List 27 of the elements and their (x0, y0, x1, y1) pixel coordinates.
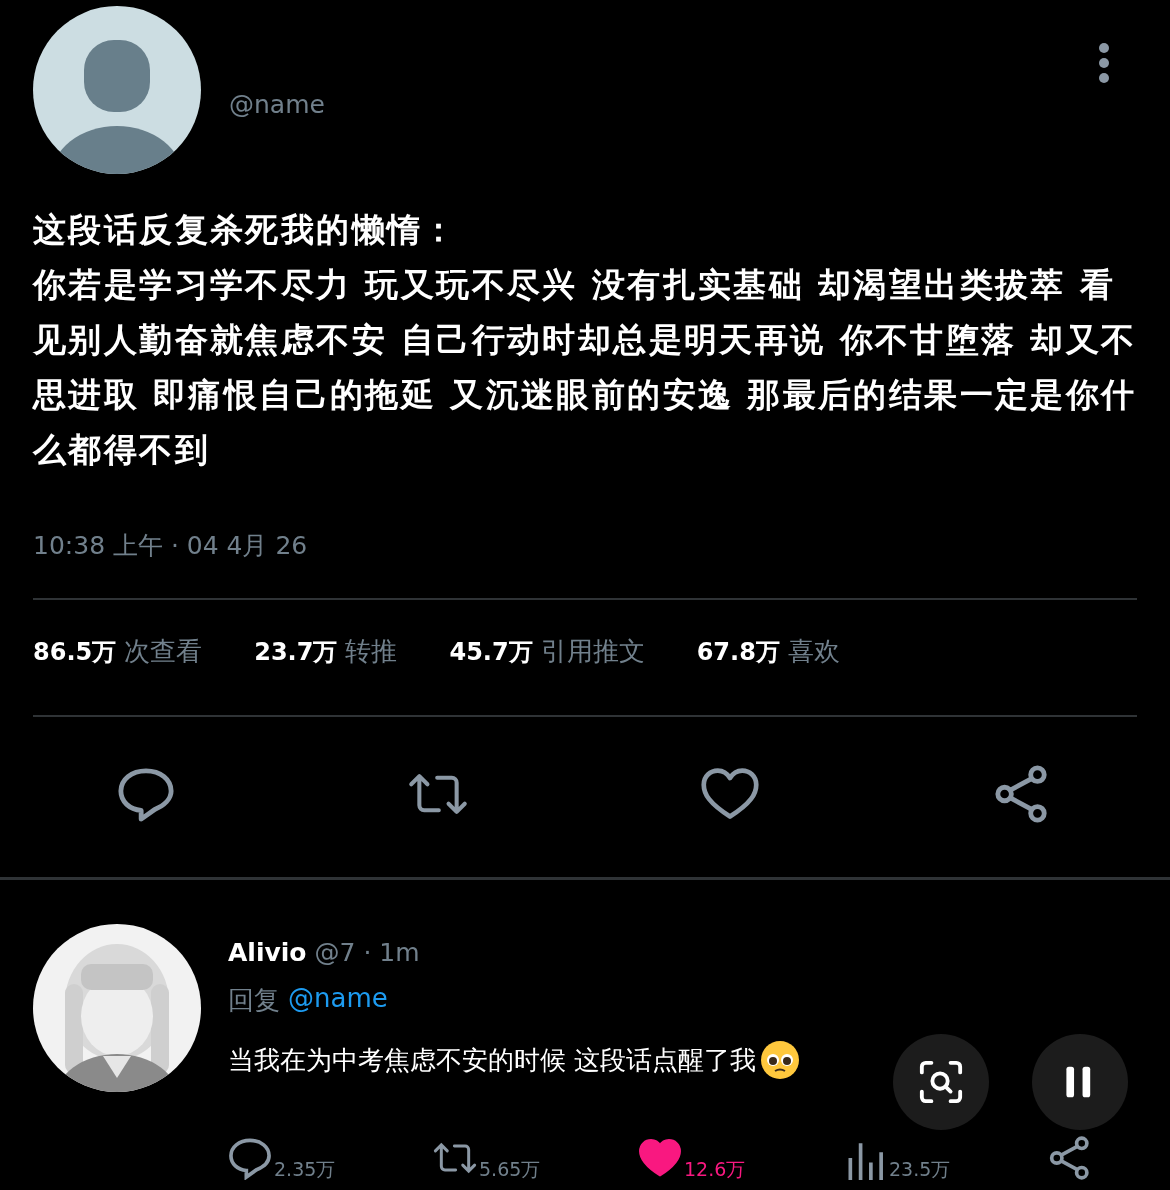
stat-count: 45.7万 (449, 637, 533, 668)
action-count: 12.6万 (684, 1158, 746, 1180)
post-text: 你若是学习学不尽力 玩又玩不尽兴 没有扎实基础 却渴望出类拔萃 看见别人勤奋就焦虑不安 自己行动时却总是明天再说 你不甘堕落 却又不思进取 即痛恨自己的拖延 又沉迷眼前的安逸 那最后的结果一定是你什么都得不到 (33, 264, 1138, 471)
action-count: 23.5万 (889, 1158, 951, 1180)
handle-and-time: @7 · 1m (314, 938, 420, 967)
mention-link[interactable]: @name (288, 983, 388, 1018)
more-options-icon[interactable] (1098, 42, 1110, 84)
action-count: 5.65万 (479, 1158, 541, 1180)
replying-to-label: 回复 (228, 984, 280, 1017)
reply-icon[interactable] (116, 765, 176, 823)
stat-label[interactable]: 喜欢 (787, 634, 840, 669)
user-name[interactable]: Alivio (228, 938, 307, 967)
stat-label[interactable]: 转推 (345, 634, 398, 669)
stat-count: 86.5万 (33, 637, 117, 668)
share-icon[interactable] (1048, 1136, 1092, 1180)
emoji-icon (760, 1040, 801, 1080)
stat-count: 23.7万 (254, 637, 338, 668)
stat-count: 67.8万 (696, 637, 780, 668)
post-title: 这段话反复杀死我的懒惰： (33, 209, 459, 251)
user-handle[interactable]: @name (229, 90, 325, 119)
stat-label[interactable]: 次查看 (124, 634, 203, 669)
post-timestamp: 10:38 上午 · 04 4月 26 (32, 530, 309, 562)
reply-text: 当我在为中考焦虑不安的时候 这段话点醒了我 (228, 1043, 757, 1077)
action-count: 2.35万 (274, 1158, 336, 1180)
scan-search-icon (918, 1059, 964, 1105)
reply-icon[interactable] (228, 1136, 272, 1180)
stat-label[interactable]: 引用推文 (540, 634, 645, 669)
